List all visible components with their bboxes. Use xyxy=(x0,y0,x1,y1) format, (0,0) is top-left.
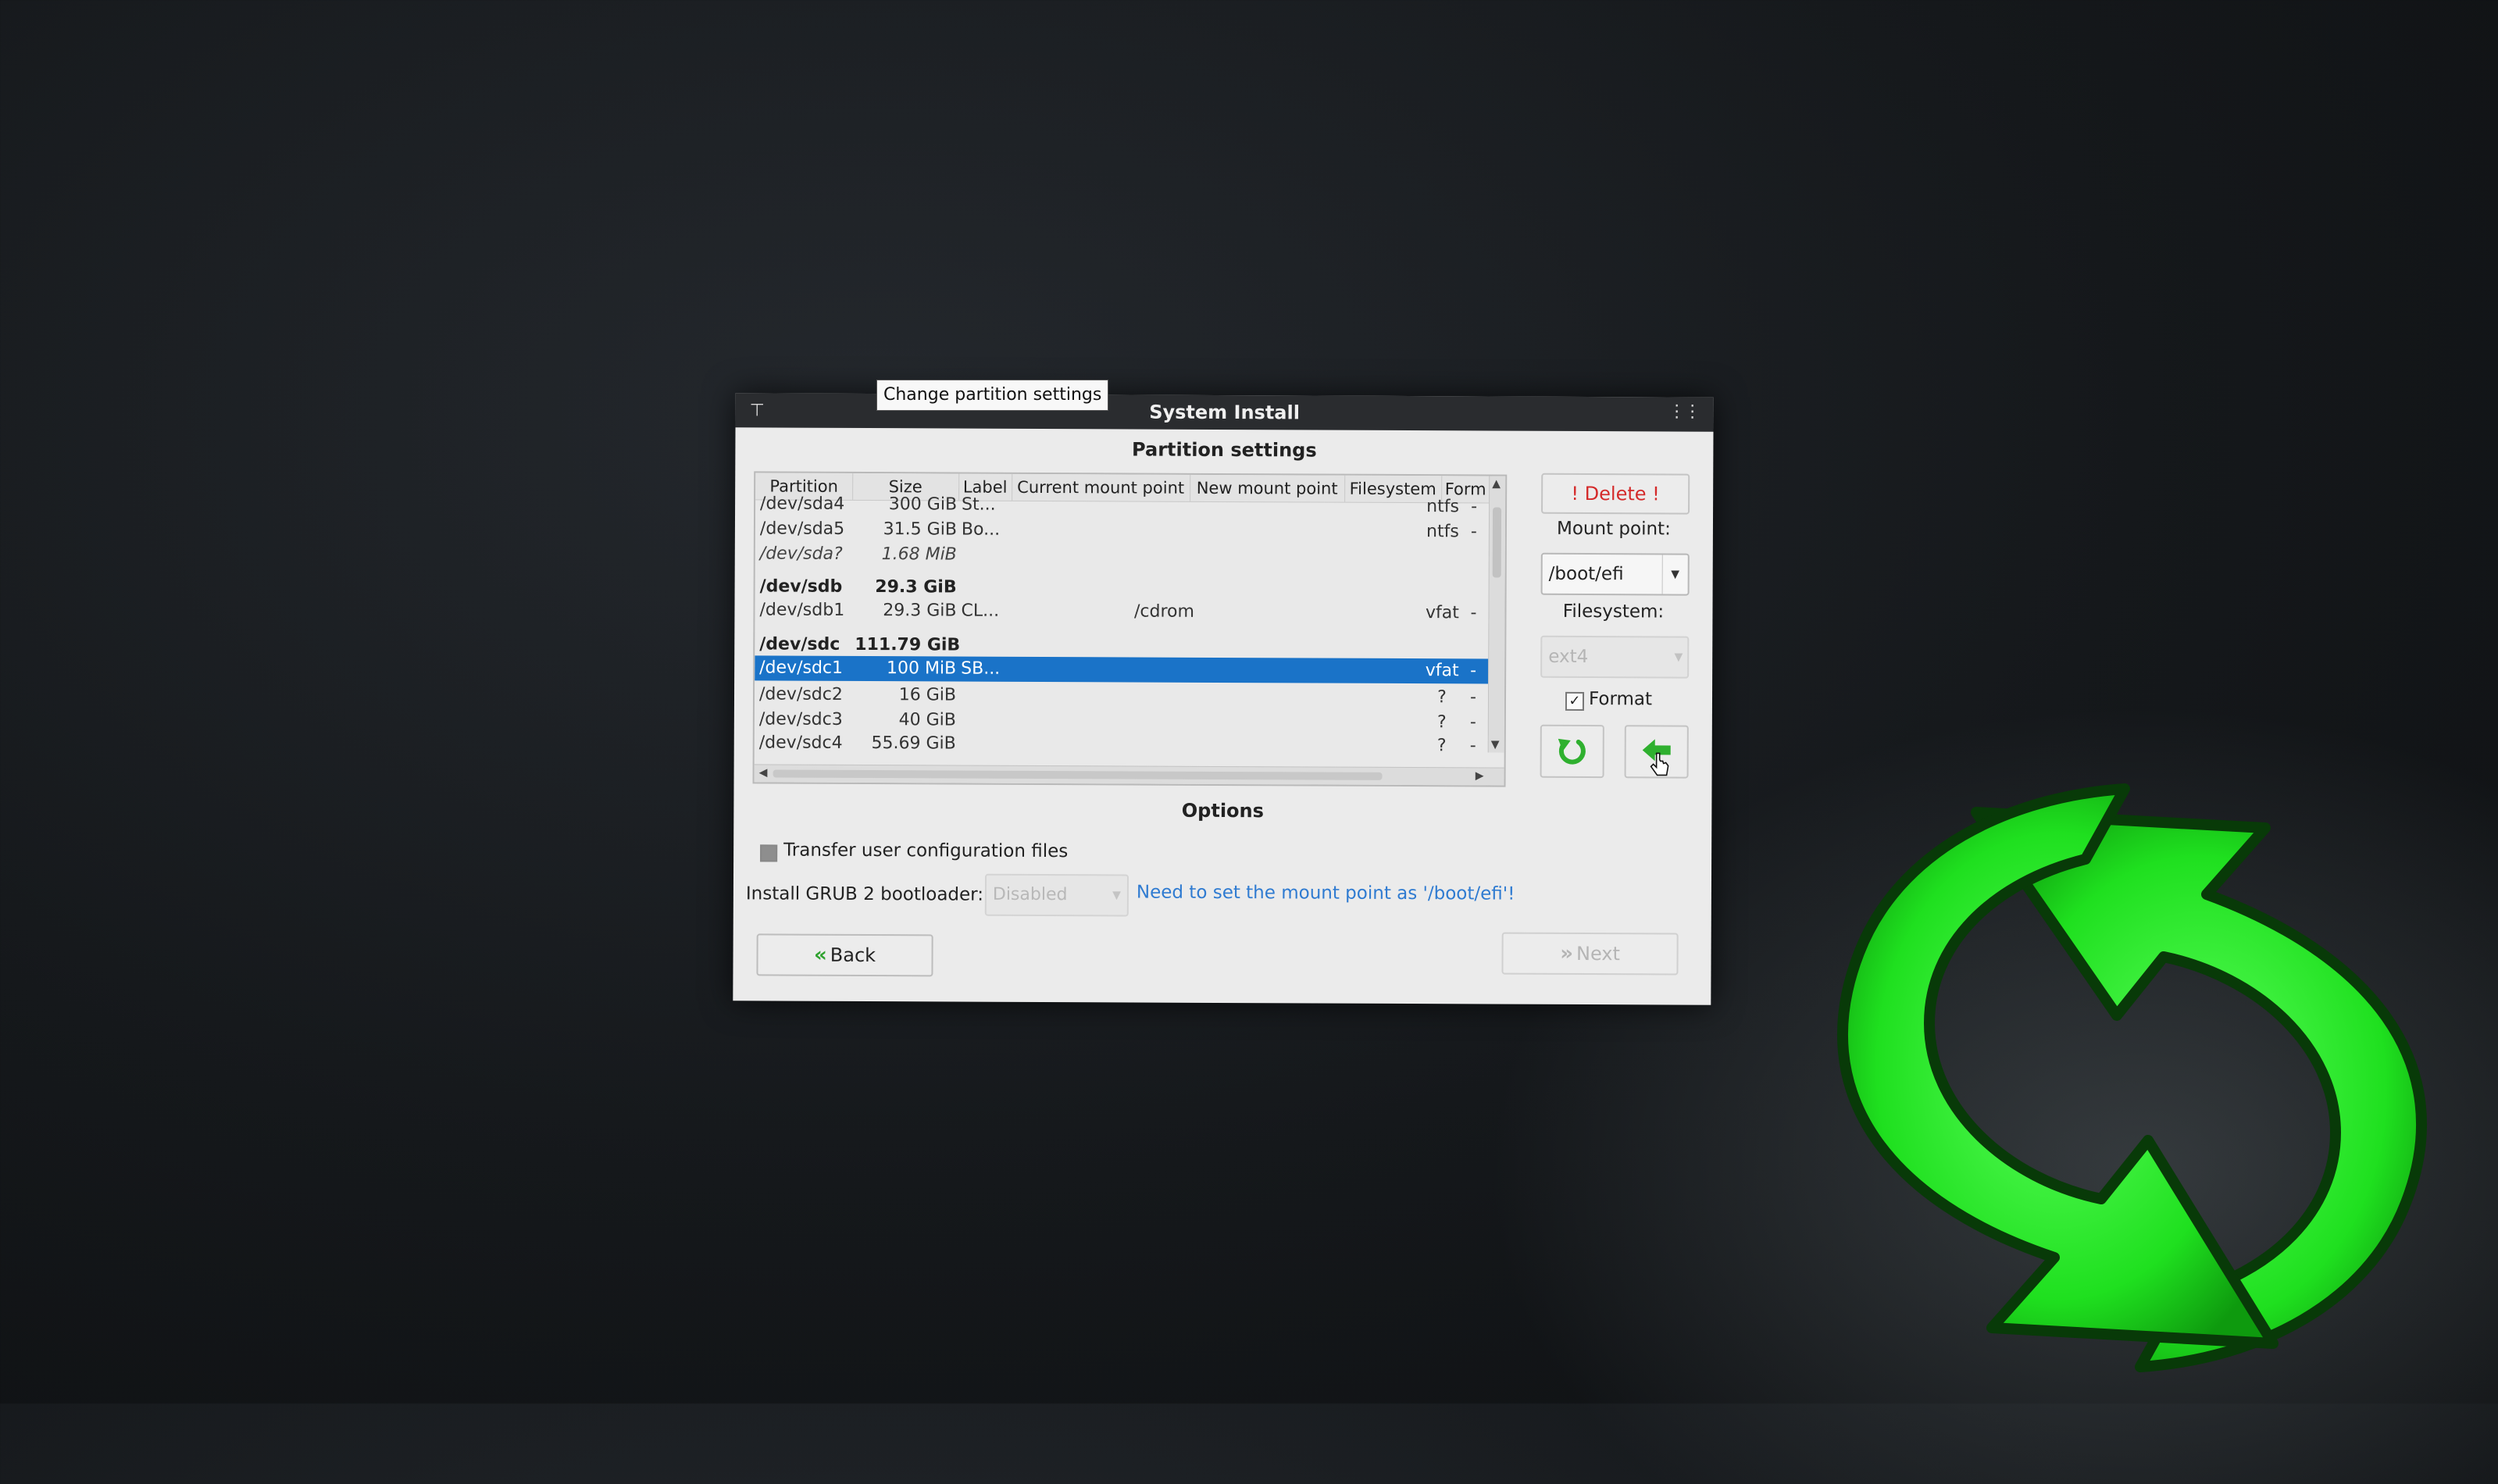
vertical-scrollbar[interactable]: ▲ ▼ xyxy=(1487,476,1506,753)
format-checkbox[interactable]: ✓ xyxy=(1565,691,1585,712)
grub-bootloader-select[interactable]: Disabled ▼ xyxy=(984,873,1129,917)
table-row[interactable]: /dev/sdc4 55.69 GiB ? - xyxy=(755,730,1489,752)
cell-format: - xyxy=(1471,497,1478,517)
cell-size: 29.3 GiB xyxy=(883,601,957,621)
mount-point-label: Mount point: xyxy=(1556,518,1671,540)
transfer-config-checkbox[interactable] xyxy=(760,844,778,862)
cell-size: 300 GiB xyxy=(888,494,958,515)
cell-partition: /dev/sdc xyxy=(759,634,840,655)
cell-size: 40 GiB xyxy=(898,710,956,730)
system-install-window: ⊤ System Install ⋮⋮ Partition settings P… xyxy=(733,393,1714,1005)
horizontal-scroll-thumb[interactable] xyxy=(773,769,1383,780)
reset-button[interactable] xyxy=(1540,724,1604,779)
cell-format: - xyxy=(1469,712,1476,733)
grip-icon[interactable]: ⋮⋮ xyxy=(1668,401,1700,421)
cell-partition: /dev/sdb xyxy=(759,576,843,597)
cell-size: 55.69 GiB xyxy=(871,733,956,753)
mouse-cursor-icon xyxy=(1650,752,1669,776)
cell-size: 100 MiB xyxy=(886,658,957,679)
mount-point-value: /boot/efi xyxy=(1548,563,1624,585)
table-row[interactable]: /dev/sda5 31.5 GiB Bo... ntfs - xyxy=(755,516,1490,544)
refresh-logo-icon xyxy=(1836,783,2428,1372)
table-row[interactable]: /dev/sda? 1.68 MiB xyxy=(755,541,1490,569)
cell-format: - xyxy=(1470,603,1477,623)
filesystem-value: ext4 xyxy=(1548,646,1589,668)
scroll-down-icon[interactable]: ▼ xyxy=(1491,738,1500,751)
grub-bootloader-value: Disabled xyxy=(992,884,1068,905)
next-button[interactable]: » Next xyxy=(1501,932,1679,976)
cell-format: - xyxy=(1469,687,1477,708)
cell-format: - xyxy=(1469,736,1476,753)
chevron-down-icon: ▼ xyxy=(1112,889,1121,902)
table-row[interactable]: /dev/sda4 300 GiB St... ntfs - xyxy=(755,491,1490,519)
scroll-right-icon[interactable]: ▶ xyxy=(1476,769,1484,782)
cell-size: 111.79 GiB xyxy=(855,634,961,655)
back-label: Back xyxy=(830,944,876,967)
next-label: Next xyxy=(1576,942,1621,965)
chevron-down-icon[interactable]: ▼ xyxy=(1661,555,1688,594)
mount-point-combobox[interactable]: /boot/efi ▼ xyxy=(1540,552,1690,596)
cell-size: 16 GiB xyxy=(898,685,957,705)
cell-size: 29.3 GiB xyxy=(875,577,957,598)
horizontal-scrollbar[interactable]: ◀ ▶ xyxy=(754,764,1504,786)
cell-partition: /dev/sdc3 xyxy=(758,709,843,730)
cell-format: - xyxy=(1470,522,1477,542)
cell-size: 1.68 MiB xyxy=(881,544,957,565)
table-row[interactable]: /dev/sdb1 29.3 GiB CL... /cdrom vfat - xyxy=(755,598,1489,626)
options-heading: Options xyxy=(1181,799,1264,822)
cell-partition: /dev/sdb1 xyxy=(759,600,845,620)
reset-icon xyxy=(1558,738,1586,765)
scroll-up-icon[interactable]: ▲ xyxy=(1492,477,1501,490)
grub-hint-text: Need to set the mount point as '/boot/ef… xyxy=(1136,882,1515,904)
chevron-down-icon: ▼ xyxy=(1674,651,1683,664)
partition-table[interactable]: Partition Size Label Current mount point… xyxy=(752,471,1508,787)
back-button[interactable]: «Back xyxy=(756,933,933,977)
transfer-config-label[interactable]: Transfer user configuration files xyxy=(783,840,1068,862)
tooltip: Change partition settings xyxy=(876,380,1109,411)
cell-partition: /dev/sdc4 xyxy=(758,733,843,753)
partition-rows: /dev/sda4 300 GiB St... ntfs - /dev/sda5… xyxy=(755,491,1490,752)
chevron-double-right-icon: » xyxy=(1560,941,1574,965)
partition-settings-heading: Partition settings xyxy=(1132,438,1317,462)
vertical-scroll-thumb[interactable] xyxy=(1492,507,1502,578)
cell-label: SB... xyxy=(961,658,1001,679)
cell-partition: /dev/sda? xyxy=(759,544,843,564)
chevron-double-left-icon: « xyxy=(813,943,827,967)
delete-button[interactable]: ! Delete ! xyxy=(1541,473,1690,515)
grub-bootloader-label: Install GRUB 2 bootloader: xyxy=(745,883,984,905)
cell-size: 31.5 GiB xyxy=(883,519,957,540)
table-row-selected[interactable]: /dev/sdc1 100 MiB SB... vfat - xyxy=(755,655,1490,684)
table-row[interactable]: /dev/sdc2 16 GiB ? - xyxy=(755,682,1489,710)
cell-partition: /dev/sdc2 xyxy=(758,684,843,705)
cell-partition: /dev/sda4 xyxy=(760,494,845,514)
cell-format: - xyxy=(1470,661,1477,681)
cell-partition: /dev/sdc1 xyxy=(759,658,844,678)
cell-label: Bo... xyxy=(961,519,1001,540)
format-label[interactable]: Format xyxy=(1589,689,1652,709)
cell-partition: /dev/sda5 xyxy=(759,519,845,539)
cell-label: CL... xyxy=(961,601,1000,621)
scroll-left-icon[interactable]: ◀ xyxy=(759,766,768,779)
filesystem-select[interactable]: ext4 ▼ xyxy=(1540,635,1690,679)
cell-label: St... xyxy=(962,494,996,515)
cell-current-mount: /cdrom xyxy=(1133,601,1195,622)
filesystem-label: Filesystem: xyxy=(1562,601,1665,622)
